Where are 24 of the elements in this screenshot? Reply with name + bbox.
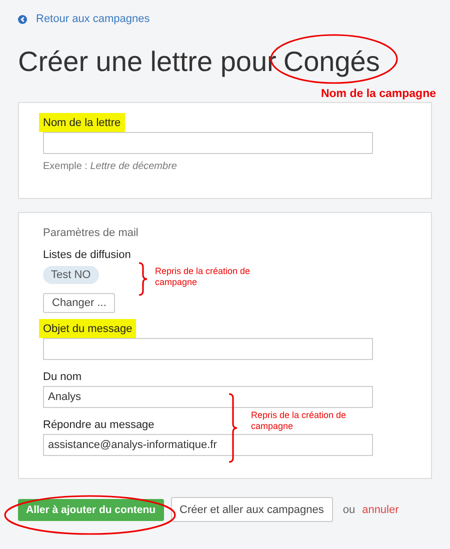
input-field[interactable]: assistance@analys-informatique.fr [43,434,373,456]
annotation-note: Repris de la création de campagne [251,410,348,432]
annotation-note: Nom de la campagne [320,88,436,102]
back-arrow-icon[interactable] [18,14,27,24]
field-label: Listes de diffusion [43,248,131,263]
field-label: Nom de la lettre [39,113,125,132]
campaign-name: Congés [283,46,380,78]
or-text: ou [342,504,356,516]
hint-text: Exemple : Lettre de décembre [43,161,178,172]
field-label: Répondre au message [43,418,154,433]
field-label: Du nom [43,370,82,385]
section-title: Paramètres de mail [43,227,140,239]
input-field[interactable]: Analys [43,386,373,408]
brace-annotation [228,393,238,463]
field-label: Objet du message [39,319,136,338]
brace-annotation [138,262,148,296]
list-tag: Test NO [43,266,99,284]
cancel-link[interactable]: annuler [362,504,399,516]
back-link[interactable]: Retour aux campagnes [36,13,150,25]
change-button[interactable]: Changer ... [43,293,116,313]
input-field[interactable] [43,338,373,360]
create-button[interactable]: Créer et aller aux campagnes [170,497,333,522]
input-field[interactable] [43,132,373,154]
annotation-note: Repris de la création de campagne [155,266,252,288]
